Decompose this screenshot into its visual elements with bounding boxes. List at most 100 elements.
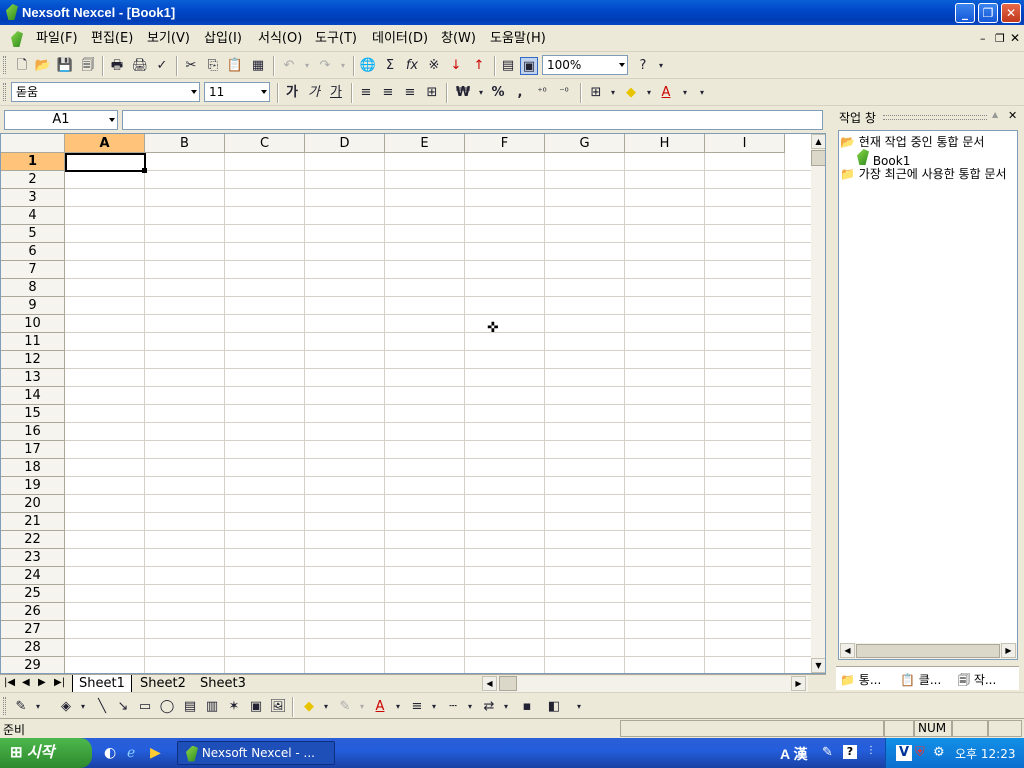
draw-menu-icon[interactable]: ✎ [12, 698, 30, 716]
row-header[interactable]: 10 [1, 315, 65, 333]
ime-tool-icon[interactable]: ✎ [822, 745, 833, 760]
font-color-dropdown-icon[interactable]: ▾ [389, 698, 407, 716]
copy-icon[interactable]: ⎘ [204, 57, 222, 75]
shield-icon[interactable]: ⛨ [915, 745, 925, 760]
save-icon[interactable]: 💾 [56, 57, 74, 75]
last-sheet-icon[interactable]: ▶| [54, 677, 65, 688]
menu-edit[interactable]: 편집(E) [91, 30, 133, 48]
menu-file[interactable]: 파일(F) [36, 30, 78, 48]
row-header[interactable]: 20 [1, 495, 65, 513]
autoshapes-dropdown-icon[interactable]: ▾ [74, 698, 92, 716]
scroll-thumb[interactable] [856, 644, 1000, 658]
fill-color-icon[interactable]: ◆ [300, 698, 318, 716]
sheet-tab-1[interactable]: Sheet1 [72, 675, 132, 692]
fill-dropdown-icon[interactable]: ▾ [317, 698, 335, 716]
3d-icon[interactable]: ◧ [545, 698, 563, 716]
chart-wizard-icon[interactable]: ▤ [499, 57, 517, 75]
menu-insert[interactable]: 삽입(I) [204, 30, 242, 48]
column-header[interactable]: D [305, 134, 385, 153]
row-header[interactable]: 3 [1, 189, 65, 207]
first-sheet-icon[interactable]: |◀ [4, 677, 15, 688]
minimize-button[interactable]: _ [955, 3, 975, 23]
row-header[interactable]: 29 [1, 657, 65, 673]
list-item[interactable]: 📂 현재 작업 중인 통합 문서 [840, 133, 984, 150]
autosum-icon[interactable]: Σ [381, 57, 399, 75]
row-header[interactable]: 8 [1, 279, 65, 297]
doc-minimize-button[interactable]: – [980, 32, 986, 45]
increase-decimal-icon[interactable]: ⁺⁰ [533, 84, 551, 102]
font-size-select[interactable]: 11 [204, 82, 270, 102]
row-header[interactable]: 15 [1, 405, 65, 423]
comma-button[interactable]: , [511, 84, 529, 102]
spreadsheet-grid[interactable]: ABCDEFGHI 1 2 3 4 5 6 7 8 9 10 11 12 13 14 15 16 17 18 19 2… [0, 133, 826, 674]
toolbar-grip[interactable] [3, 56, 6, 74]
row-header[interactable]: 11 [1, 333, 65, 351]
scroll-left-icon[interactable]: ◀ [840, 643, 855, 658]
row-header[interactable]: 19 [1, 477, 65, 495]
task-pane-grip[interactable] [883, 115, 987, 120]
task-pane-up-icon[interactable]: ▲ [992, 110, 998, 119]
fill-color-dropdown-icon[interactable]: ▾ [640, 84, 658, 102]
vertical-scrollbar[interactable]: ▲ ▼ [811, 134, 825, 673]
bold-button[interactable]: 가 [283, 84, 301, 102]
column-header[interactable]: G [545, 134, 625, 153]
row-header[interactable]: 22 [1, 531, 65, 549]
row-header[interactable]: 13 [1, 369, 65, 387]
restore-button[interactable]: ❐ [978, 3, 998, 23]
picture-icon[interactable]: 🖼 [269, 698, 287, 716]
draw-dropdown-icon[interactable]: ▾ [29, 698, 47, 716]
formula-input[interactable] [122, 110, 823, 130]
menu-help[interactable]: 도움말(H) [490, 30, 546, 48]
currency-dropdown-icon[interactable]: ▾ [472, 84, 490, 102]
align-right-icon[interactable]: ≡ [401, 84, 419, 102]
line-icon[interactable]: ╲ [93, 698, 111, 716]
print-preview-icon[interactable]: 🖨 [131, 57, 149, 75]
align-center-icon[interactable]: ≡ [379, 84, 397, 102]
row-header[interactable]: 5 [1, 225, 65, 243]
column-header[interactable]: F [465, 134, 545, 153]
sheet-tab-3[interactable]: Sheet3 [196, 675, 250, 692]
new-icon[interactable]: 🗋 [13, 57, 31, 75]
row-header[interactable]: 9 [1, 297, 65, 315]
borders-dropdown-icon[interactable]: ▾ [604, 84, 622, 102]
shadow-icon[interactable]: ▪ [518, 698, 536, 716]
row-header[interactable]: 26 [1, 603, 65, 621]
row-header[interactable]: 12 [1, 351, 65, 369]
row-header[interactable]: 4 [1, 207, 65, 225]
paste-icon[interactable]: 📋 [226, 57, 244, 75]
line-style-dropdown-icon[interactable]: ▾ [425, 698, 443, 716]
column-header[interactable]: H [625, 134, 705, 153]
sheet-tab-2[interactable]: Sheet2 [136, 675, 190, 692]
row-header[interactable]: 25 [1, 585, 65, 603]
select-all-button[interactable] [1, 134, 65, 153]
row-header[interactable]: 24 [1, 567, 65, 585]
line-color-icon[interactable]: ✎ [336, 698, 354, 716]
textbox-icon[interactable]: ▤ [181, 698, 199, 716]
prev-sheet-icon[interactable]: ◀ [22, 677, 30, 688]
line-color-dropdown-icon[interactable]: ▾ [353, 698, 371, 716]
list-item[interactable]: 📁 가장 최근에 사용한 통합 문서 [840, 165, 1016, 182]
clipart-icon[interactable]: ▣ [247, 698, 265, 716]
reference-icon[interactable]: ※ [425, 57, 443, 75]
drawing-toggle-icon[interactable]: ▣ [520, 57, 538, 75]
row-header[interactable]: 7 [1, 261, 65, 279]
font-color-icon[interactable]: A [371, 698, 389, 716]
row-header[interactable]: 17 [1, 441, 65, 459]
dash-dropdown-icon[interactable]: ▾ [461, 698, 479, 716]
row-header[interactable]: 18 [1, 459, 65, 477]
close-button[interactable]: ✕ [1001, 3, 1021, 23]
taskbar-app-button[interactable]: Nexsoft Nexcel - ... [177, 741, 335, 765]
percent-button[interactable]: % [489, 84, 507, 102]
row-header[interactable]: 28 [1, 639, 65, 657]
align-left-icon[interactable]: ≡ [357, 84, 375, 102]
row-header[interactable]: 6 [1, 243, 65, 261]
scroll-down-icon[interactable]: ▼ [811, 658, 825, 673]
desktop-icon[interactable]: ◐ [104, 745, 116, 761]
column-header[interactable]: I [705, 134, 785, 153]
horizontal-scrollbar[interactable]: ◀ ▶ [482, 676, 808, 692]
print-icon[interactable]: 🖶 [108, 57, 126, 75]
scroll-right-icon[interactable]: ▶ [1001, 643, 1016, 658]
font-select[interactable]: 돋움 [11, 82, 200, 102]
task-pane-tab-2[interactable]: 📋 클... [900, 671, 941, 688]
wordart-icon[interactable]: ✶ [225, 698, 243, 716]
